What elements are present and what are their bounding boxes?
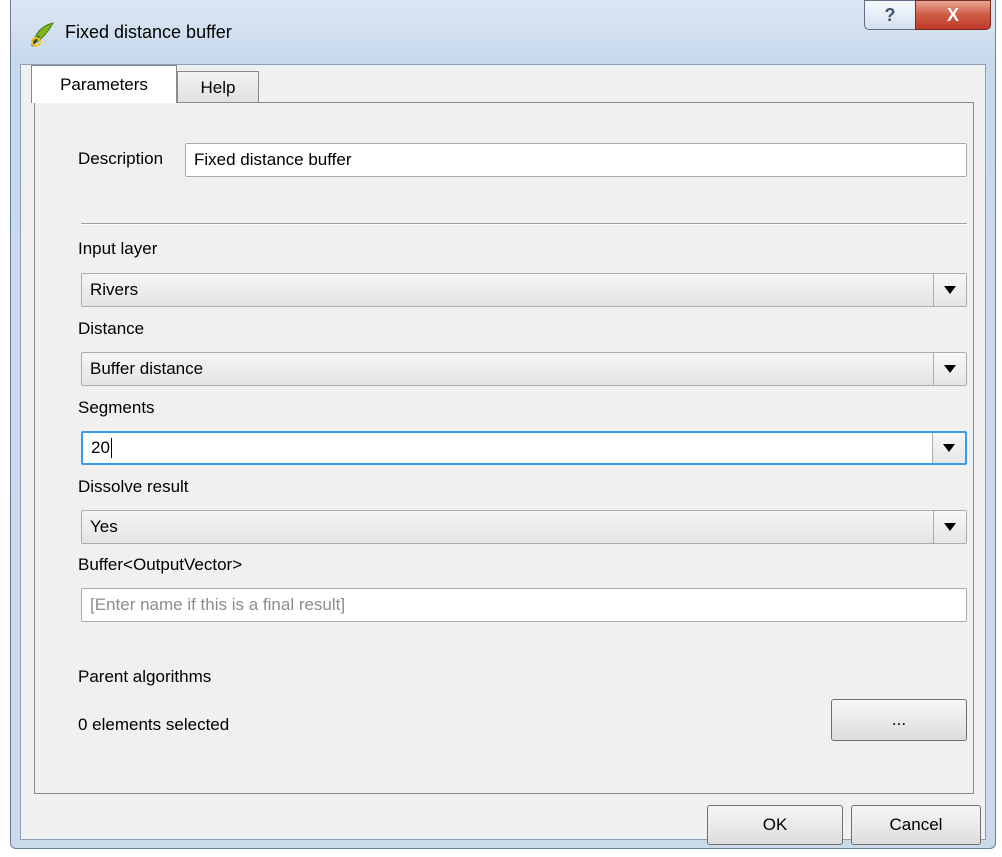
dissolve-label: Dissolve result [78,477,189,496]
segments-value: 20 [91,438,110,457]
input-layer-label: Input layer [78,239,158,258]
description-input[interactable]: Fixed distance buffer [185,143,967,177]
help-button[interactable]: ? [864,0,916,30]
output-placeholder: [Enter name if this is a final result] [90,595,346,614]
input-layer-value: Rivers [90,280,139,299]
ellipsis-label: ... [891,710,907,729]
question-mark-icon: ? [884,4,896,25]
description-label: Description [78,149,164,168]
cancel-button[interactable]: Cancel [851,805,981,845]
close-button[interactable]: X [915,0,991,30]
chevron-down-icon[interactable] [932,433,965,463]
distance-value: Buffer distance [90,359,204,378]
ok-button[interactable]: OK [707,805,843,845]
divider [81,223,967,225]
parameters-panel: Description Fixed distance buffer Input … [34,102,974,794]
tab-label: Help [200,77,236,97]
chevron-down-icon[interactable] [933,511,966,543]
ok-label: OK [762,815,788,834]
parent-algorithms-button[interactable]: ... [831,699,967,741]
distance-select[interactable]: Buffer distance [81,352,967,386]
cancel-label: Cancel [889,815,943,834]
chevron-down-icon[interactable] [933,353,966,385]
qgis-logo-icon [31,22,55,47]
output-name-input[interactable]: [Enter name if this is a final result] [81,588,967,622]
tab-parameters[interactable]: Parameters [31,65,177,103]
segments-label: Segments [78,398,155,417]
close-icon: X [946,4,959,25]
dissolve-value: Yes [90,517,118,536]
output-label: Buffer<OutputVector> [78,555,243,574]
dialog-window: Fixed distance buffer ? X Parameters Hel… [10,0,996,849]
parent-selection-count: 0 elements selected [78,715,230,734]
description-value: Fixed distance buffer [194,150,352,169]
dissolve-select[interactable]: Yes [81,510,967,544]
title-bar: Fixed distance buffer ? X [11,0,995,64]
text-caret [110,438,112,458]
distance-label: Distance [78,319,145,338]
tab-label: Parameters [60,74,148,94]
chevron-down-icon[interactable] [933,274,966,306]
dialog-client-area: Parameters Help Description Fixed distan… [20,64,986,845]
segments-combo-input[interactable]: 20 [81,431,967,465]
tab-help[interactable]: Help [177,71,259,103]
parent-algorithms-label: Parent algorithms [78,667,212,686]
input-layer-select[interactable]: Rivers [81,273,967,307]
window-title: Fixed distance buffer [65,22,232,42]
